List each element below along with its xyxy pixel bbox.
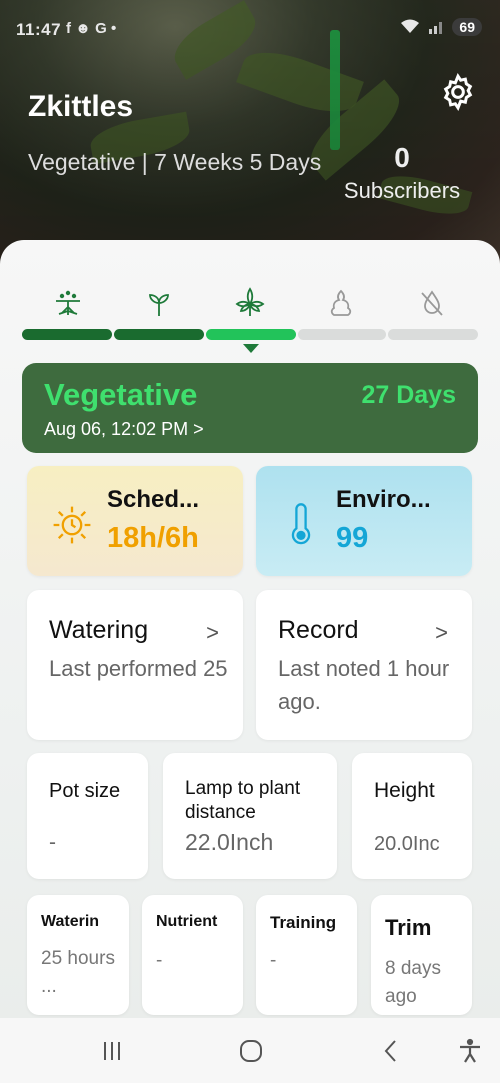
schedule-tile[interactable]: Sched... 18h/6h (27, 466, 243, 576)
environment-value: 99 (336, 522, 369, 554)
chevron-right-icon: > (206, 620, 219, 645)
chevron-right-icon: > (435, 620, 448, 645)
watering-title: Watering (49, 616, 149, 644)
environment-title: Enviro... (336, 486, 431, 513)
signal-icon (429, 22, 443, 34)
schedule-title: Sched... (107, 486, 200, 513)
harvest-icon[interactable] (412, 283, 452, 323)
record-tile[interactable]: Record > Last noted 1 hour ago. (256, 590, 472, 740)
vegetative-icon[interactable] (230, 283, 270, 323)
subscribers-label: Subscribers (343, 178, 461, 203)
stage-start-date: Aug 06, 12:02 PM > (44, 419, 204, 439)
germination-icon[interactable] (48, 283, 88, 323)
pot-size-title: Pot size (49, 780, 121, 802)
height-tile[interactable]: Height 20.0Inc (352, 753, 472, 879)
battery-indicator: 69 (452, 18, 482, 36)
small-tile-title: Nutrient (156, 913, 218, 930)
current-stage-pointer (243, 344, 259, 353)
small-tile-value: 8 days ago (385, 958, 441, 1007)
current-stage-card[interactable]: Vegetative 27 Days Aug 06, 12:02 PM > (22, 363, 478, 453)
stage-progress (22, 283, 478, 353)
stage-progress-segment (114, 329, 204, 340)
sun-icon (53, 506, 91, 544)
small-tile-training[interactable]: Training - (256, 895, 357, 1015)
small-tile-value: 25 hours ... (41, 948, 115, 997)
accessibility-icon[interactable] (455, 1036, 485, 1066)
small-tile-watering[interactable]: Waterin 25 hours ... (27, 895, 129, 1015)
back-icon[interactable] (376, 1036, 406, 1066)
watering-text: Last performed 25 (49, 656, 228, 681)
status-bar: 11:47 f ☻ G • 69 (0, 0, 500, 52)
plant-name: Zkittles (28, 90, 134, 123)
small-tile-title: Trim (385, 915, 432, 940)
stage-progress-segment (22, 329, 112, 340)
system-nav-bar (0, 1018, 500, 1083)
seedling-icon[interactable] (139, 283, 179, 323)
small-tile-trim[interactable]: Trim 8 days ago (371, 895, 472, 1015)
stage-progress-segment (388, 329, 478, 340)
height-title: Height (374, 779, 435, 802)
environment-tile[interactable]: Enviro... 99 (256, 466, 472, 576)
small-tile-value: - (156, 950, 163, 971)
stage-progress-segment (298, 329, 386, 340)
lamp-distance-value: 22.0Inch (185, 829, 274, 855)
flowering-icon[interactable] (321, 283, 361, 323)
watering-tile[interactable]: Watering > Last performed 25 (27, 590, 243, 740)
subscribers-block[interactable]: 0 Subscribers (332, 142, 472, 204)
wifi-icon (401, 19, 420, 33)
record-text: Last noted 1 hour ago. (278, 656, 450, 714)
stage-days: 27 Days (361, 381, 456, 409)
pot-size-value: - (49, 831, 56, 854)
status-time: 11:47 (16, 20, 62, 39)
recent-apps-icon[interactable] (97, 1036, 127, 1066)
lamp-distance-tile[interactable]: Lamp to plant distance 22.0Inch (163, 753, 337, 879)
record-title: Record (278, 616, 359, 644)
settings-gear-icon[interactable] (438, 72, 478, 112)
subscribers-count: 0 (394, 142, 410, 173)
stage-title: Vegetative (44, 377, 198, 412)
stage-duration-text: Vegetative | 7 Weeks 5 Days (28, 149, 322, 175)
small-tile-nutrient[interactable]: Nutrient - (142, 895, 243, 1015)
small-tile-title: Training (270, 913, 337, 932)
pot-size-tile[interactable]: Pot size - (27, 753, 148, 879)
stage-progress-segment (206, 329, 296, 340)
home-icon[interactable] (236, 1036, 266, 1066)
thermometer-icon (291, 503, 311, 545)
schedule-value: 18h/6h (107, 522, 199, 554)
small-tile-title: Waterin (41, 913, 100, 930)
height-value: 20.0Inc (374, 833, 440, 855)
lamp-distance-title: Lamp to plant distance (185, 778, 301, 823)
small-tile-value: - (270, 950, 277, 971)
notification-icons: f ☻ G • (66, 20, 117, 37)
